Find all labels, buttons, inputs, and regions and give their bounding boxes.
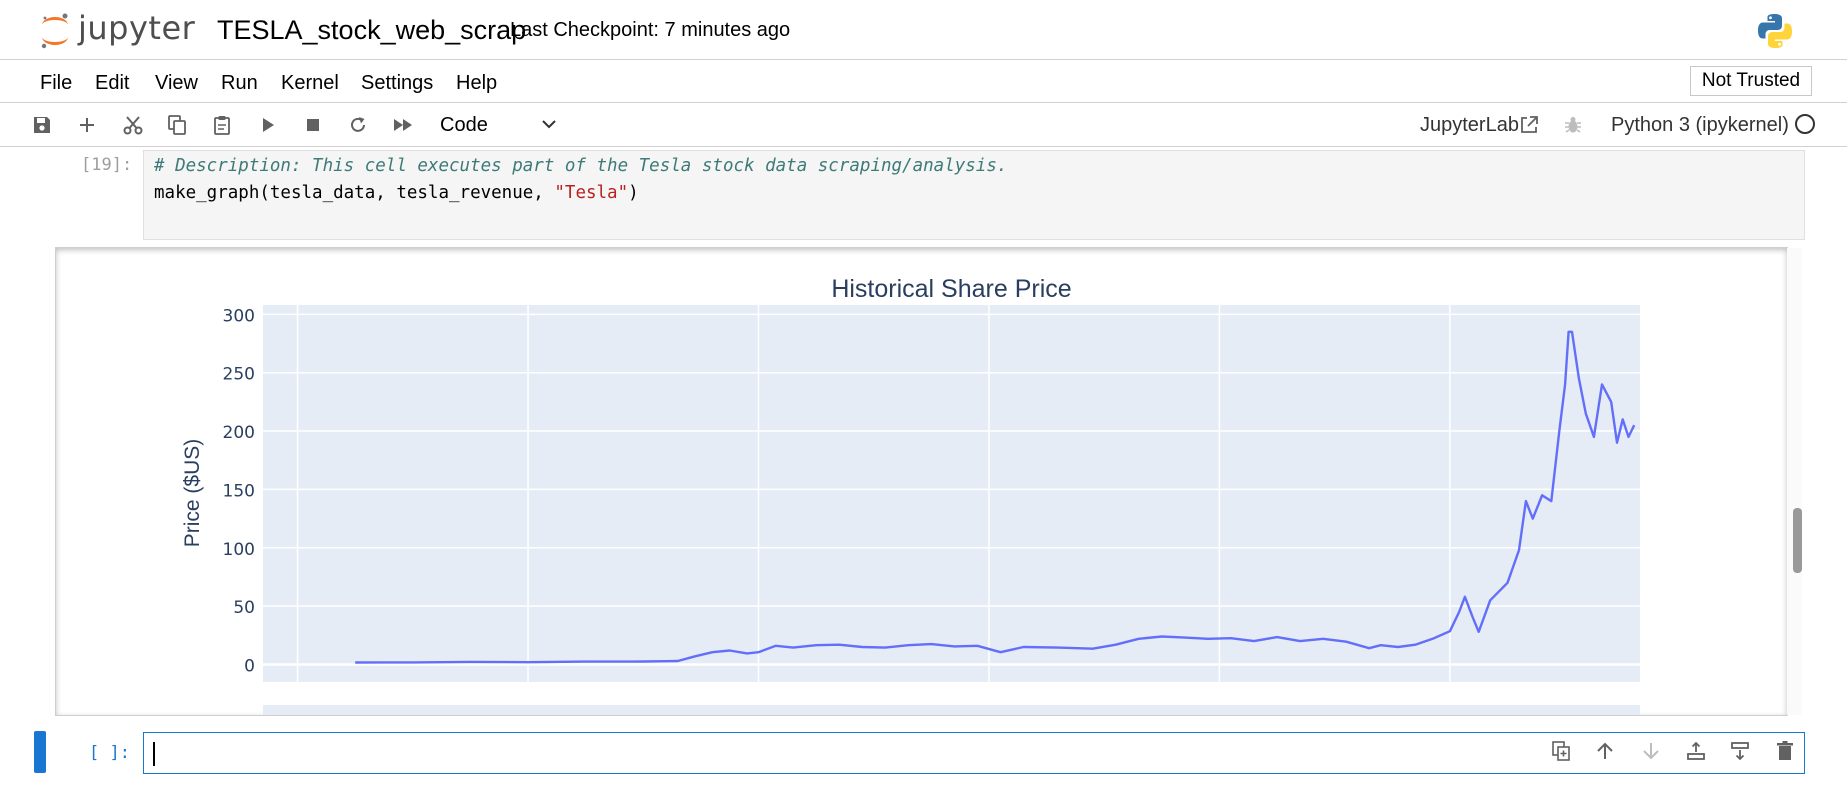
last-checkpoint: Last Checkpoint: 7 minutes ago [510,19,791,41]
menu-file[interactable]: File [40,72,72,95]
jupyterlab-link[interactable]: JupyterLab [1420,114,1519,137]
code-close-paren: ) [628,183,639,203]
stop-icon[interactable] [302,114,324,136]
menu-settings[interactable]: Settings [361,72,433,95]
duplicate-cell-icon[interactable] [1550,740,1572,762]
paste-icon[interactable] [211,114,233,136]
notebook-title[interactable]: TESLA_stock_web_scrap [217,15,526,46]
menu-edit[interactable]: Edit [95,72,129,95]
menu-bar: File Edit View Run Kernel Settings Help [0,60,1847,103]
top-header: jupyter TESLA_stock_web_scrap Last Check… [0,0,1847,60]
not-trusted-button[interactable]: Not Trusted [1690,66,1812,96]
jupyter-logo-text: jupyter [78,9,196,47]
run-icon[interactable] [257,114,279,136]
output-scrollbar[interactable] [1787,248,1802,715]
menu-help[interactable]: Help [456,72,497,95]
code-comment-line: # Description: This cell executes part o… [154,156,1008,176]
y-tick-label: 150 [223,481,255,501]
add-cell-icon[interactable] [76,114,98,136]
active-cell-indicator [34,731,46,773]
menu-view[interactable]: View [155,72,198,95]
debugger-bug-icon[interactable] [1563,115,1583,135]
cut-icon[interactable] [122,114,144,136]
cell-type-select[interactable]: Code [440,111,560,139]
save-icon[interactable] [31,114,53,136]
move-down-icon[interactable] [1640,740,1662,762]
insert-below-icon[interactable] [1729,740,1751,762]
code-call-line: make_graph(tesla_data, tesla_revenue, "T… [154,183,639,203]
code-cell-prompt: [19]: [81,155,133,175]
restart-icon[interactable] [347,114,369,136]
y-tick-label: 200 [223,423,255,443]
cell-output-area[interactable]: 0 50 100 150 200 250 300 Historical Share Pric… [55,247,1788,716]
output-scrollbar-thumb[interactable] [1793,508,1802,573]
empty-cell-prompt: [ ]: [89,743,130,763]
y-tick-label: 50 [233,598,255,618]
y-tick-label: 0 [244,656,255,676]
notebook-toolbar: Code JupyterLab Python 3 (ipykernel) [0,103,1847,147]
cell-type-value: Code [440,114,488,136]
jupyter-logo-icon [41,13,68,49]
code-function-call: make_graph(tesla_data, tesla_revenue, [154,183,555,203]
delete-cell-icon[interactable] [1774,740,1796,762]
rangeslider-background [263,705,1640,715]
y-tick-label: 300 [223,306,255,326]
code-cell-editor[interactable]: # Description: This cell executes part o… [143,150,1805,240]
kernel-status-icon [1795,114,1815,134]
chevron-down-icon [542,120,556,129]
copy-icon[interactable] [166,114,188,136]
kernel-name[interactable]: Python 3 (ipykernel) [1611,114,1789,137]
move-up-icon[interactable] [1594,740,1616,762]
plot-background [263,305,1640,682]
y-tick-labels: 0 50 100 150 200 250 300 [223,306,255,676]
menu-run[interactable]: Run [221,72,258,95]
share-price-chart[interactable]: 0 50 100 150 200 250 300 Historical Share Pric… [56,248,1787,715]
y-axis-label: Price ($US) [181,439,204,548]
chart-title: Historical Share Price [831,275,1071,303]
y-tick-label: 250 [223,365,255,385]
text-cursor [153,742,155,766]
code-string-literal: "Tesla" [554,183,629,203]
python-logo-icon [1758,14,1792,48]
y-tick-label: 100 [223,540,255,560]
fast-forward-icon[interactable] [392,114,414,136]
menu-kernel[interactable]: Kernel [281,72,339,95]
external-link-icon[interactable] [1519,115,1539,135]
jupyter-logo[interactable]: jupyter [38,9,196,50]
insert-above-icon[interactable] [1685,740,1707,762]
